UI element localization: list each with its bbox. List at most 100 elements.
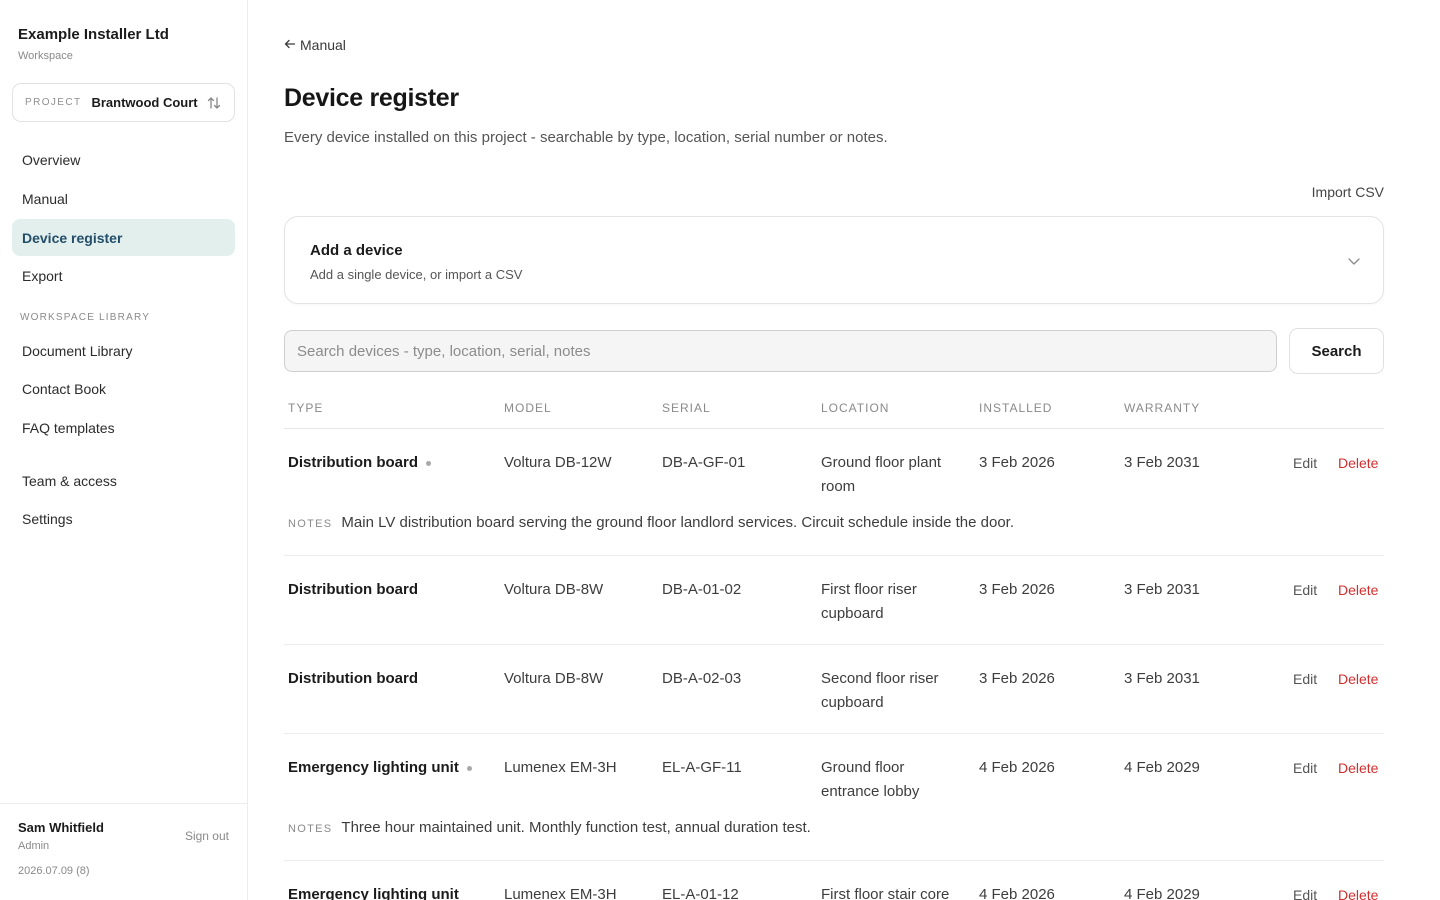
device-notes: NOTES Three hour maintained unit. Monthl… — [288, 819, 811, 836]
delete-button[interactable]: Delete — [1338, 756, 1378, 780]
column-header-serial: SERIAL — [662, 401, 711, 415]
device-serial: DB-A-01-02 — [662, 581, 742, 598]
sign-out-link[interactable]: Sign out — [185, 829, 229, 843]
delete-button[interactable]: Delete — [1338, 667, 1378, 691]
sidebar-item-label: Document Library — [22, 342, 133, 359]
search-button[interactable]: Search — [1289, 328, 1384, 374]
device-type-label: Distribution board — [288, 454, 418, 471]
device-location: Ground floor entrance lobby — [821, 759, 920, 800]
user-role: Admin — [18, 840, 50, 852]
search-input[interactable] — [284, 330, 1277, 372]
sidebar-item-overview[interactable]: Overview — [12, 141, 235, 178]
sidebar-item-contact-book[interactable]: Contact Book — [12, 370, 235, 407]
sidebar-item-faq-templates[interactable]: FAQ templates — [12, 409, 235, 446]
table-row: Distribution board Voltura DB-8W DB-A-01… — [284, 556, 1384, 645]
column-header-type: TYPE — [288, 401, 324, 415]
device-serial: EL-A-01-12 — [662, 886, 739, 900]
sidebar-item-label: Overview — [22, 151, 81, 168]
device-location: Second floor riser cupboard — [821, 670, 939, 711]
device-type-label: Distribution board — [288, 581, 418, 598]
add-device-panel[interactable]: Add a device Add a single device, or imp… — [284, 216, 1384, 304]
device-installed: 3 Feb 2026 — [979, 581, 1055, 598]
table-row: Distribution board Voltura DB-12W DB-A-G… — [284, 429, 1384, 556]
delete-button[interactable]: Delete — [1338, 578, 1378, 602]
swap-vertical-icon — [206, 95, 222, 111]
device-warranty: 3 Feb 2031 — [1124, 581, 1200, 598]
sidebar-item-label: Export — [22, 267, 63, 284]
sidebar-item-label: Settings — [22, 510, 73, 527]
device-location: First floor stair core — [821, 886, 950, 900]
workspace-library-heading: WORKSPACE LIBRARY — [20, 312, 151, 323]
table-row: Emergency lighting unit Lumenex EM-3H EL… — [284, 734, 1384, 861]
edit-button[interactable]: Edit — [1293, 667, 1317, 691]
has-notes-indicator — [466, 765, 472, 771]
sidebar: Example Installer Ltd Workspace PROJECT … — [0, 0, 248, 900]
notes-text: Main LV distribution board serving the g… — [341, 514, 1014, 531]
edit-button[interactable]: Edit — [1293, 883, 1317, 900]
device-installed: 3 Feb 2026 — [979, 454, 1055, 471]
project-name: Brantwood Court — [91, 95, 198, 110]
device-model: Lumenex EM-3H — [504, 759, 617, 776]
sidebar-item-team-access[interactable]: Team & access — [12, 462, 235, 499]
device-model: Lumenex EM-3H — [504, 886, 617, 900]
edit-button[interactable]: Edit — [1293, 756, 1317, 780]
notes-label: NOTES — [288, 823, 333, 835]
add-device-title: Add a device — [310, 242, 403, 259]
device-type: Distribution board — [288, 451, 431, 475]
project-switcher[interactable]: PROJECT Brantwood Court — [12, 83, 235, 122]
device-type-label: Emergency lighting unit — [288, 886, 459, 900]
workspace-name: Example Installer Ltd — [18, 26, 169, 43]
sidebar-footer: Sam Whitfield Admin 2026.07.09 (8) Sign … — [0, 803, 247, 900]
device-installed: 4 Feb 2026 — [979, 886, 1055, 900]
column-header-model: MODEL — [504, 401, 552, 415]
sidebar-item-label: FAQ templates — [22, 419, 115, 436]
edit-button[interactable]: Edit — [1293, 578, 1317, 602]
table-row: Distribution board Voltura DB-8W DB-A-02… — [284, 645, 1384, 734]
sidebar-item-label: Manual — [22, 190, 68, 207]
device-model: Voltura DB-8W — [504, 581, 604, 598]
page-description: Every device installed on this project -… — [284, 129, 888, 146]
device-location: Ground floor plant room — [821, 454, 942, 495]
device-type: Emergency lighting unit — [288, 883, 459, 900]
device-location: First floor riser cupboard — [821, 581, 917, 622]
sidebar-item-export[interactable]: Export — [12, 257, 235, 294]
column-header-installed: INSTALLED — [979, 401, 1053, 415]
sidebar-item-label: Device register — [22, 229, 123, 246]
import-csv-link[interactable]: Import CSV — [1312, 184, 1384, 200]
table-row: Emergency lighting unit Lumenex EM-3H EL… — [284, 861, 1384, 900]
sidebar-item-manual[interactable]: Manual — [12, 180, 235, 217]
device-warranty: 4 Feb 2029 — [1124, 759, 1200, 776]
column-header-location: LOCATION — [821, 401, 890, 415]
app-version: 2026.07.09 (8) — [18, 865, 90, 877]
main-content: Manual Device register Every device inst… — [284, 0, 1384, 900]
workspace-subtitle: Workspace — [18, 50, 73, 62]
device-type: Emergency lighting unit — [288, 756, 472, 780]
sidebar-item-label: Contact Book — [22, 380, 107, 397]
sidebar-item-settings[interactable]: Settings — [12, 500, 235, 537]
device-serial: DB-A-02-03 — [662, 670, 742, 687]
device-type: Distribution board — [288, 578, 418, 602]
device-installed: 3 Feb 2026 — [979, 670, 1055, 687]
device-type: Distribution board — [288, 667, 418, 691]
sidebar-item-document-library[interactable]: Document Library — [12, 332, 235, 369]
has-notes-indicator — [426, 460, 431, 466]
back-link[interactable]: Manual — [284, 37, 346, 53]
edit-button[interactable]: Edit — [1293, 451, 1317, 475]
delete-button[interactable]: Delete — [1338, 883, 1378, 900]
device-installed: 4 Feb 2026 — [979, 759, 1055, 776]
notes-text: Three hour maintained unit. Monthly func… — [341, 819, 811, 836]
back-link-label: Manual — [300, 37, 346, 53]
device-serial: EL-A-GF-11 — [662, 759, 742, 776]
sidebar-item-device-register[interactable]: Device register — [12, 219, 235, 256]
page-title: Device register — [284, 84, 459, 112]
sidebar-item-label: Team & access — [22, 472, 117, 489]
user-name: Sam Whitfield — [18, 820, 104, 835]
device-model: Voltura DB-12W — [504, 454, 612, 471]
notes-label: NOTES — [288, 518, 333, 530]
device-type-label: Distribution board — [288, 670, 418, 687]
arrow-left-icon — [284, 37, 296, 53]
device-type-label: Emergency lighting unit — [288, 759, 459, 776]
device-notes: NOTES Main LV distribution board serving… — [288, 514, 1014, 531]
device-warranty: 4 Feb 2029 — [1124, 886, 1200, 900]
delete-button[interactable]: Delete — [1338, 451, 1378, 475]
